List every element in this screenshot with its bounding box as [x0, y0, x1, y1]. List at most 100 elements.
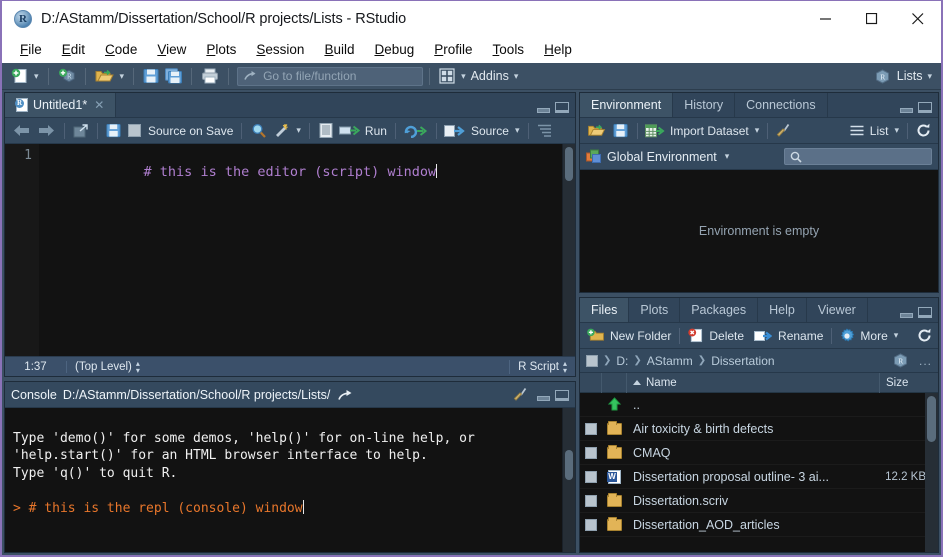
console-output[interactable]: Type 'demo()' for some demos, 'help()' f… — [5, 408, 575, 552]
tab-plots[interactable]: Plots — [629, 298, 681, 322]
list-view-icon[interactable] — [847, 125, 867, 137]
save-icon[interactable] — [103, 123, 124, 138]
document-outline-icon[interactable] — [534, 124, 555, 137]
rename-icon[interactable] — [751, 329, 775, 343]
menu-tools[interactable]: Tools — [483, 39, 535, 61]
menu-help[interactable]: Help — [534, 39, 582, 61]
import-dataset-label[interactable]: Import Dataset — [667, 124, 752, 138]
code-tools-caret[interactable]: ▾ — [296, 126, 301, 135]
code-content[interactable]: # this is the editor (script) window — [39, 144, 575, 356]
rerun-icon[interactable] — [401, 124, 431, 138]
more-label[interactable]: More — [857, 329, 890, 343]
menu-view[interactable]: View — [147, 39, 196, 61]
new-folder-icon[interactable] — [584, 328, 607, 343]
run-icon[interactable] — [337, 124, 362, 137]
row-checkbox-cell[interactable] — [580, 518, 602, 531]
file-name[interactable]: Air toxicity & birth defects — [627, 422, 880, 436]
row-checkbox[interactable] — [585, 518, 597, 531]
scope-dropdown-caret[interactable]: ▾ — [725, 152, 730, 161]
breadcrumb-dissertation[interactable]: Dissertation — [711, 354, 774, 368]
more-dropdown-caret[interactable]: ▾ — [894, 331, 899, 340]
project-dropdown-caret[interactable]: ▾ — [927, 71, 932, 81]
menu-plots[interactable]: Plots — [196, 39, 246, 61]
tab-connections[interactable]: Connections — [735, 93, 828, 117]
global-environment-label[interactable]: Global Environment — [607, 150, 717, 164]
maximize-pane-icon[interactable] — [918, 102, 932, 113]
save-icon[interactable] — [140, 66, 162, 87]
addins-label[interactable]: Addins — [469, 69, 511, 83]
tab-viewer[interactable]: Viewer — [806, 298, 868, 322]
maximize-pane-icon[interactable] — [555, 390, 569, 402]
rproject-icon[interactable]: R — [893, 353, 908, 368]
tab-files[interactable]: Files — [580, 298, 630, 322]
panes-icon[interactable] — [436, 66, 458, 87]
list-item[interactable]: .. — [580, 393, 938, 417]
broom-icon[interactable] — [773, 123, 795, 139]
header-size-column[interactable]: Size — [880, 373, 938, 393]
file-name[interactable]: Dissertation proposal outline- 3 ai... — [627, 470, 880, 484]
up-arrow-icon[interactable] — [602, 397, 627, 412]
list-view-caret[interactable]: ▾ — [894, 126, 899, 135]
import-dataset-caret[interactable]: ▾ — [755, 126, 760, 135]
menu-session[interactable]: Session — [246, 39, 314, 61]
source-icon[interactable] — [442, 124, 468, 138]
file-name[interactable]: Dissertation_AOD_articles — [627, 518, 880, 532]
list-view-label[interactable]: List — [867, 124, 892, 138]
maximize-icon[interactable] — [849, 1, 895, 36]
maximize-pane-icon[interactable] — [918, 307, 932, 318]
file-name[interactable]: .. — [627, 398, 880, 412]
open-recent-caret[interactable]: ▾ — [120, 71, 125, 81]
breadcrumb-more-button[interactable]: ... — [919, 354, 932, 368]
save-all-icon[interactable] — [162, 66, 185, 87]
menu-edit[interactable]: Edit — [52, 39, 95, 61]
project-name-label[interactable]: Lists — [895, 69, 925, 83]
new-project-icon[interactable]: R — [55, 66, 79, 87]
row-checkbox-cell[interactable] — [580, 494, 602, 507]
goto-file-function-input[interactable]: Go to file/function — [237, 66, 424, 86]
tab-packages[interactable]: Packages — [680, 298, 759, 322]
file-name[interactable]: Dissertation.scriv — [627, 494, 880, 508]
files-scrollbar-thumb[interactable] — [927, 396, 936, 442]
scope-selector[interactable]: (Top Level) ▴ ▾ — [67, 359, 511, 374]
open-folder-icon[interactable] — [584, 123, 609, 138]
row-checkbox[interactable] — [585, 446, 597, 459]
minimize-icon[interactable] — [803, 1, 849, 36]
code-tools-icon[interactable] — [271, 123, 293, 139]
new-file-icon[interactable] — [8, 66, 31, 87]
panes-dropdown-caret[interactable]: ▾ — [461, 71, 466, 81]
row-checkbox[interactable] — [585, 470, 597, 483]
new-folder-label[interactable]: New Folder — [607, 329, 674, 343]
editor-scrollbar[interactable] — [562, 144, 575, 357]
files-scrollbar[interactable] — [925, 393, 938, 552]
back-arrow-icon[interactable] — [9, 124, 34, 137]
menu-build[interactable]: Build — [314, 39, 364, 61]
source-dropdown-caret[interactable]: ▾ — [515, 126, 520, 135]
header-name-column[interactable]: Name — [627, 372, 880, 393]
forward-arrow-icon[interactable] — [34, 124, 59, 137]
list-item[interactable]: Dissertation.scriv — [580, 489, 938, 513]
save-icon[interactable] — [609, 123, 632, 138]
select-all-checkbox[interactable] — [586, 354, 598, 367]
menu-debug[interactable]: Debug — [364, 39, 424, 61]
minimize-pane-icon[interactable] — [900, 108, 913, 113]
refresh-icon[interactable] — [915, 328, 934, 343]
row-checkbox-cell[interactable] — [580, 446, 602, 459]
broom-icon[interactable] — [513, 387, 529, 403]
editor-area[interactable]: 1 # this is the editor (script) window — [5, 144, 575, 357]
show-in-new-window-icon[interactable] — [70, 123, 92, 138]
list-item[interactable]: Dissertation proposal outline- 3 ai... 1… — [580, 465, 938, 489]
import-dataset-icon[interactable] — [643, 123, 667, 138]
file-name[interactable]: CMAQ — [627, 446, 880, 460]
minimize-pane-icon[interactable] — [537, 108, 550, 113]
row-checkbox-cell[interactable] — [580, 470, 602, 483]
popout-icon[interactable] — [338, 389, 353, 401]
menu-file[interactable]: File — [10, 39, 52, 61]
row-checkbox[interactable] — [585, 422, 597, 435]
editor-scrollbar-thumb[interactable] — [565, 147, 573, 181]
breadcrumb-astamm[interactable]: AStamm — [647, 354, 693, 368]
run-label[interactable]: Run — [362, 124, 390, 138]
gear-icon[interactable] — [837, 327, 857, 344]
filetype-selector[interactable]: R Script ▴ ▾ — [510, 359, 575, 374]
source-on-save-checkbox[interactable] — [124, 124, 145, 137]
environment-search-input[interactable] — [784, 148, 932, 165]
